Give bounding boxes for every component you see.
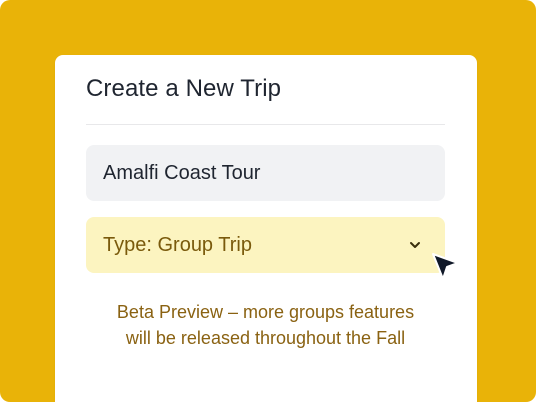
trip-type-select[interactable]: Type: Group Trip (86, 217, 445, 273)
create-trip-card: Create a New Trip Type: Group Trip Beta … (55, 55, 477, 402)
beta-note-line-2: will be released throughout the Fall (125, 328, 406, 348)
background-panel: Create a New Trip Type: Group Trip Beta … (0, 0, 536, 402)
card-title: Create a New Trip (86, 75, 282, 102)
trip-name-input[interactable] (86, 145, 445, 201)
beta-note: Beta Preview – more groups features will… (86, 299, 445, 351)
trip-type-selected-value: Type: Group Trip (103, 233, 252, 256)
title-divider (86, 124, 445, 125)
mouse-pointer-icon (431, 252, 461, 282)
chevron-down-icon (408, 238, 422, 252)
beta-note-line-1: Beta Preview – more groups features (116, 302, 415, 322)
